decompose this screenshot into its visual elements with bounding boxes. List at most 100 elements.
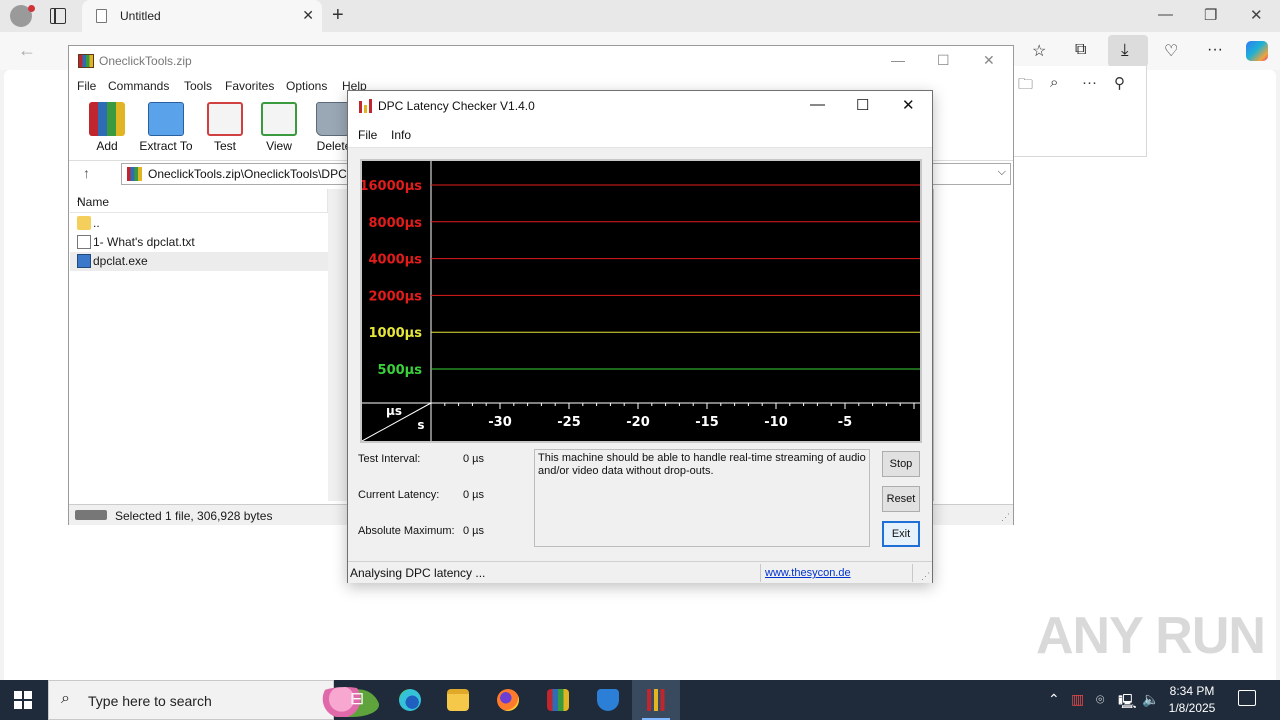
taskbar-firefox[interactable] [484, 680, 532, 720]
text-file-icon [77, 235, 91, 249]
shield-icon [597, 689, 619, 711]
menu-commands[interactable]: Commands [108, 79, 169, 93]
add-button[interactable]: Add [77, 102, 137, 153]
menu-file[interactable]: File [77, 79, 96, 93]
status-separator [760, 564, 761, 582]
name-column-header[interactable]: ^ Name [70, 189, 328, 213]
exit-button[interactable]: Exit [882, 521, 920, 547]
dpc-statusbar: Analysing DPC latency ... www.thesycon.d… [348, 561, 932, 583]
taskbar-file-explorer[interactable] [434, 680, 482, 720]
dpc-app-icon [358, 99, 374, 113]
search-placeholder: Type here to search [88, 693, 212, 709]
resize-grip[interactable]: ⋰ [1001, 512, 1010, 523]
taskbar-search-box[interactable]: ⌕ Type here to search [48, 680, 379, 720]
archive-icon [127, 167, 142, 181]
tab-close-icon[interactable]: ✕ [302, 7, 314, 24]
view-button[interactable]: View [249, 102, 309, 153]
extract-to-label: Extract To [139, 139, 193, 153]
winrar-minimize-button[interactable]: — [891, 52, 905, 68]
add-label: Add [96, 139, 118, 153]
winrar-close-button[interactable]: ✕ [983, 52, 995, 69]
collections-icon[interactable]: ⧉ [1075, 41, 1086, 59]
task-view-button[interactable]: ⊟ [336, 680, 384, 720]
winrar-icon [78, 54, 94, 68]
windows-start-icon[interactable] [14, 691, 32, 709]
search-icon[interactable]: ⌕ [1050, 74, 1058, 91]
add-archive-icon [89, 102, 125, 136]
clock[interactable]: 8:34 PM 1/8/2025 [1160, 683, 1224, 717]
winrar-maximize-button[interactable]: ☐ [937, 52, 950, 69]
menu-tools[interactable]: Tools [184, 79, 212, 93]
taskbar-dpc-latency[interactable] [632, 680, 680, 720]
winrar-title: OneclickTools.zip [99, 54, 192, 68]
current-latency-value: 0 µs [463, 489, 485, 501]
list-item[interactable]: .. [70, 214, 328, 233]
dpc-minimize-button[interactable]: — [810, 96, 825, 113]
test-button[interactable]: Test [195, 102, 255, 153]
search-icon: ⌕ [61, 690, 70, 707]
up-arrow-icon[interactable]: ↑ [83, 165, 90, 181]
browser-essentials-icon[interactable]: ♡ [1164, 41, 1178, 61]
file-name: .. [93, 216, 100, 230]
tray-app-icon[interactable]: ▥ [1071, 691, 1084, 708]
resize-grip[interactable]: ⋰ [921, 571, 930, 582]
result-message-box: This machine should be able to handle re… [534, 449, 870, 547]
downloads-button[interactable]: ⤓ [1108, 35, 1148, 67]
pin-icon[interactable]: ⚲ [1114, 74, 1125, 92]
browser-minimize-button[interactable]: — [1158, 6, 1173, 23]
x-tick-label: -25 [557, 415, 581, 430]
tab-title: Untitled [120, 9, 161, 23]
notifications-icon[interactable] [1238, 690, 1256, 706]
list-item[interactable]: 1- What's dpclat.txt [70, 233, 328, 252]
dpc-titlebar: DPC Latency Checker V1.4.0 — ☐ ✕ [348, 91, 932, 121]
x-tick-label: -5 [838, 415, 852, 430]
y-tick-label: 2000µs [369, 289, 423, 304]
copilot-icon[interactable] [1246, 41, 1268, 61]
x-tick-label: -20 [626, 415, 650, 430]
browser-close-button[interactable]: ✕ [1250, 6, 1263, 24]
extract-to-button[interactable]: Extract To [136, 102, 196, 153]
extract-folder-icon [148, 102, 184, 136]
tray-device-icon[interactable]: ⌾ [1096, 691, 1104, 708]
network-icon[interactable]: 🖳 [1118, 691, 1137, 715]
clock-time: 8:34 PM [1169, 684, 1215, 698]
dpc-maximize-button[interactable]: ☐ [856, 96, 869, 114]
menu-options[interactable]: Options [286, 79, 327, 93]
selection-status: Selected 1 file, 306,928 bytes [115, 509, 273, 523]
browser-restore-button[interactable]: ❐ [1204, 6, 1217, 24]
stop-button[interactable]: Stop [882, 451, 920, 477]
chevron-up-icon[interactable]: ⌃ [1048, 691, 1060, 708]
winrar-titlebar: OneclickTools.zip — ☐ ✕ [69, 46, 1013, 77]
chevron-down-icon[interactable]: ⌵ [998, 166, 1006, 179]
dpc-menu-file[interactable]: File [358, 128, 377, 142]
browser-tab[interactable]: Untitled ✕ [82, 0, 322, 32]
more-menu-icon[interactable]: ··· [1207, 41, 1223, 59]
thesycon-link[interactable]: www.thesycon.de [765, 567, 851, 579]
volume-icon[interactable]: 🔈 [1142, 691, 1159, 708]
dpc-menubar: File Info [348, 121, 932, 148]
dpc-close-button[interactable]: ✕ [902, 96, 915, 114]
result-message: This machine should be able to handle re… [538, 452, 866, 477]
open-folder-icon[interactable]: 🗀 [1018, 74, 1033, 99]
view-book-icon [261, 102, 297, 136]
taskbar-edge[interactable] [386, 680, 434, 720]
back-arrow-icon[interactable]: ← [18, 40, 36, 61]
edge-icon [399, 689, 421, 711]
absolute-maximum-value: 0 µs [463, 525, 485, 537]
list-item[interactable]: dpclat.exe [70, 252, 328, 271]
new-tab-button[interactable]: + [332, 4, 344, 27]
latency-graph: 16000µs 8000µs 4000µs 2000µs 1000µs 500µs µs s -… [360, 159, 922, 443]
y-tick-label: 8000µs [369, 216, 423, 231]
reset-button[interactable]: Reset [882, 486, 920, 512]
dpc-title: DPC Latency Checker V1.4.0 [378, 99, 535, 113]
dpc-menu-info[interactable]: Info [391, 128, 411, 142]
tab-actions-icon[interactable] [50, 8, 66, 24]
favorites-icon[interactable]: ☆ [1032, 41, 1046, 61]
more-options-icon[interactable]: ··· [1082, 74, 1097, 91]
test-clipboard-icon [207, 102, 243, 136]
name-column-label: Name [77, 195, 110, 209]
taskbar-winrar[interactable] [534, 680, 582, 720]
taskbar-defender[interactable] [584, 680, 632, 720]
menu-favorites[interactable]: Favorites [225, 79, 274, 93]
drive-icon [75, 510, 107, 520]
